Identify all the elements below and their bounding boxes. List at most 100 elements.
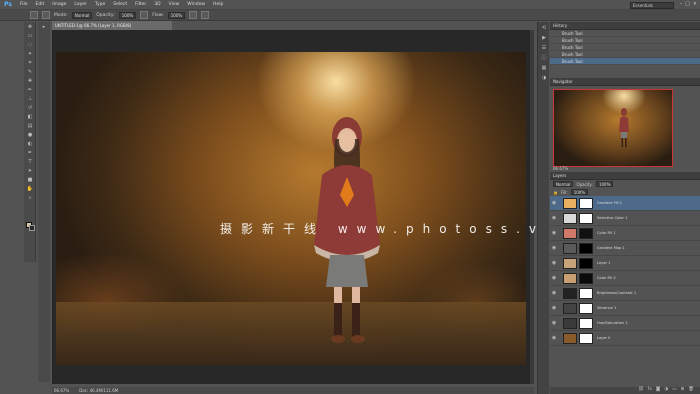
visibility-eye-icon[interactable]: ◉ <box>550 275 558 281</box>
zoom-readout[interactable]: 66.67% <box>54 387 69 394</box>
background-color-swatch[interactable] <box>29 225 35 231</box>
canvas-photo[interactable] <box>56 52 526 365</box>
visibility-eye-icon[interactable]: ◉ <box>550 230 558 236</box>
pen-tool-icon[interactable]: ✒ <box>26 150 34 157</box>
visibility-eye-icon[interactable]: ◉ <box>550 260 558 266</box>
brush-preset-icon[interactable] <box>30 11 38 19</box>
layer-row[interactable]: ◉ Selective Color 1 <box>550 211 700 226</box>
menu-layer[interactable]: Layer <box>70 2 91 7</box>
menu-view[interactable]: View <box>165 2 184 7</box>
adjustment-icon[interactable]: ◑ <box>664 387 668 394</box>
mask-icon[interactable]: ◙ <box>656 387 660 394</box>
flow-field[interactable]: 100% <box>167 11 186 19</box>
shape-tool-icon[interactable]: ■ <box>26 177 34 184</box>
actions-panel-icon[interactable]: ▶ <box>540 35 548 42</box>
fx-icon[interactable]: fx <box>648 387 652 394</box>
layer-row[interactable]: ◉ Vibrance 1 <box>550 301 700 316</box>
mode-select[interactable]: Normal <box>71 11 93 19</box>
visibility-eye-icon[interactable]: ◉ <box>550 305 558 311</box>
folder-icon[interactable]: ▭ <box>672 387 676 394</box>
brush-panel-icon[interactable] <box>42 11 50 19</box>
navigator-thumbnail[interactable] <box>553 89 673 167</box>
visibility-eye-icon[interactable]: ◉ <box>550 320 558 326</box>
opacity-field[interactable]: 100% <box>118 11 137 19</box>
layer-opacity-field[interactable]: 100% <box>595 181 614 187</box>
gradient-tool-icon[interactable]: ▤ <box>26 123 34 130</box>
menu-help[interactable]: Help <box>209 2 227 7</box>
brush-tool-icon[interactable]: ✏ <box>26 87 34 94</box>
history-item[interactable]: Brush Tool <box>550 37 700 44</box>
layer-row[interactable]: ◉ Color Fill 1 <box>550 226 700 241</box>
airbrush-icon[interactable] <box>189 11 198 19</box>
menu-filter[interactable]: Filter <box>131 2 150 7</box>
history-item[interactable]: Brush Tool <box>550 30 700 37</box>
menu-3d[interactable]: 3D <box>150 2 164 7</box>
layer-row[interactable]: ◉ Gradient Fill 1 <box>550 196 700 211</box>
blend-mode-select[interactable]: Normal <box>553 181 574 187</box>
layer-row[interactable]: ◉ Gradient Map 1 <box>550 241 700 256</box>
vertical-scrollbar[interactable] <box>530 30 534 384</box>
quick-select-tool-icon[interactable]: ✦ <box>26 51 34 58</box>
history-panel-icon[interactable]: ⟲ <box>540 25 548 32</box>
eyedropper-tool-icon[interactable]: ✎ <box>26 69 34 76</box>
new-layer-icon[interactable]: ⊞ <box>681 387 685 394</box>
menu-type[interactable]: Type <box>91 2 109 7</box>
adjustments-panel-icon[interactable]: ◑ <box>540 75 548 82</box>
layers-panel-title[interactable]: Layers <box>550 172 700 180</box>
doc-size-readout[interactable]: Doc: 46.4M/111.6M <box>79 387 118 394</box>
layer-mask-thumbnail[interactable] <box>579 317 593 329</box>
layer-row[interactable]: ◉ Brightness/Contrast 1 <box>550 286 700 301</box>
swatches-panel-icon[interactable]: ▦ <box>540 65 548 72</box>
menu-file[interactable]: File <box>16 2 32 7</box>
type-tool-icon[interactable]: T <box>26 159 34 166</box>
pressure-opacity-icon[interactable] <box>140 11 149 19</box>
layer-row[interactable]: ◉ Hue/Saturation 1 <box>550 316 700 331</box>
navigator-panel-title[interactable]: Navigator <box>550 78 700 86</box>
layer-mask-thumbnail[interactable] <box>579 212 593 224</box>
marquee-tool-icon[interactable]: ▭ <box>26 33 34 40</box>
visibility-eye-icon[interactable]: ◉ <box>550 335 558 341</box>
history-panel-title[interactable]: History <box>550 22 700 30</box>
layer-row[interactable]: ◉ Layer 0 <box>550 331 700 346</box>
menu-select[interactable]: Select <box>109 2 131 7</box>
move-tool-icon[interactable]: ✥ <box>26 24 34 31</box>
layer-mask-thumbnail[interactable] <box>579 242 593 254</box>
layer-mask-thumbnail[interactable] <box>579 197 593 209</box>
history-item[interactable]: Brush Tool <box>550 44 700 51</box>
layer-mask-thumbnail[interactable] <box>579 302 593 314</box>
minimize-button[interactable]: – <box>680 1 683 7</box>
layer-fill-field[interactable]: 100% <box>570 189 589 195</box>
dodge-tool-icon[interactable]: ◐ <box>26 141 34 148</box>
workspace-select[interactable]: Essentials <box>630 2 674 9</box>
visibility-eye-icon[interactable]: ◉ <box>550 245 558 251</box>
close-button[interactable]: × <box>693 1 697 7</box>
maximize-button[interactable]: □ <box>685 1 690 7</box>
navigator-zoom[interactable]: 66.67% <box>553 166 693 172</box>
expand-arrow-icon[interactable]: ▸ <box>40 24 48 31</box>
info-panel-icon[interactable]: ⓘ <box>540 55 548 62</box>
clone-stamp-tool-icon[interactable]: ⊥ <box>26 96 34 103</box>
history-item-selected[interactable]: Brush Tool <box>550 58 700 65</box>
menu-image[interactable]: Image <box>48 2 70 7</box>
menu-window[interactable]: Window <box>183 2 209 7</box>
visibility-eye-icon[interactable]: ◉ <box>550 215 558 221</box>
menu-edit[interactable]: Edit <box>32 2 49 7</box>
hand-tool-icon[interactable]: ✋ <box>26 186 34 193</box>
lock-icon[interactable]: 🔒 <box>553 190 558 195</box>
layer-mask-thumbnail[interactable] <box>579 272 593 284</box>
layer-mask-thumbnail[interactable] <box>579 227 593 239</box>
history-brush-tool-icon[interactable]: ↺ <box>26 105 34 112</box>
document-tab[interactable]: UNTITLED-1@ 66.7% (Layer 1, RGB/8) <box>52 21 172 30</box>
blur-tool-icon[interactable]: ● <box>26 132 34 139</box>
layer-row[interactable]: ◉ Layer 1 <box>550 256 700 271</box>
link-icon[interactable]: ⛓ <box>638 387 644 394</box>
path-select-tool-icon[interactable]: ➤ <box>26 168 34 175</box>
layer-mask-thumbnail[interactable] <box>579 287 593 299</box>
trash-icon[interactable]: 🗑 <box>688 387 694 394</box>
history-item[interactable]: Brush Tool <box>550 51 700 58</box>
layer-row[interactable]: ◉ Color Fill 2 <box>550 271 700 286</box>
visibility-eye-icon[interactable]: ◉ <box>550 290 558 296</box>
zoom-tool-icon[interactable]: ⌕ <box>26 195 34 202</box>
layer-mask-thumbnail[interactable] <box>579 257 593 269</box>
eraser-tool-icon[interactable]: ◧ <box>26 114 34 121</box>
